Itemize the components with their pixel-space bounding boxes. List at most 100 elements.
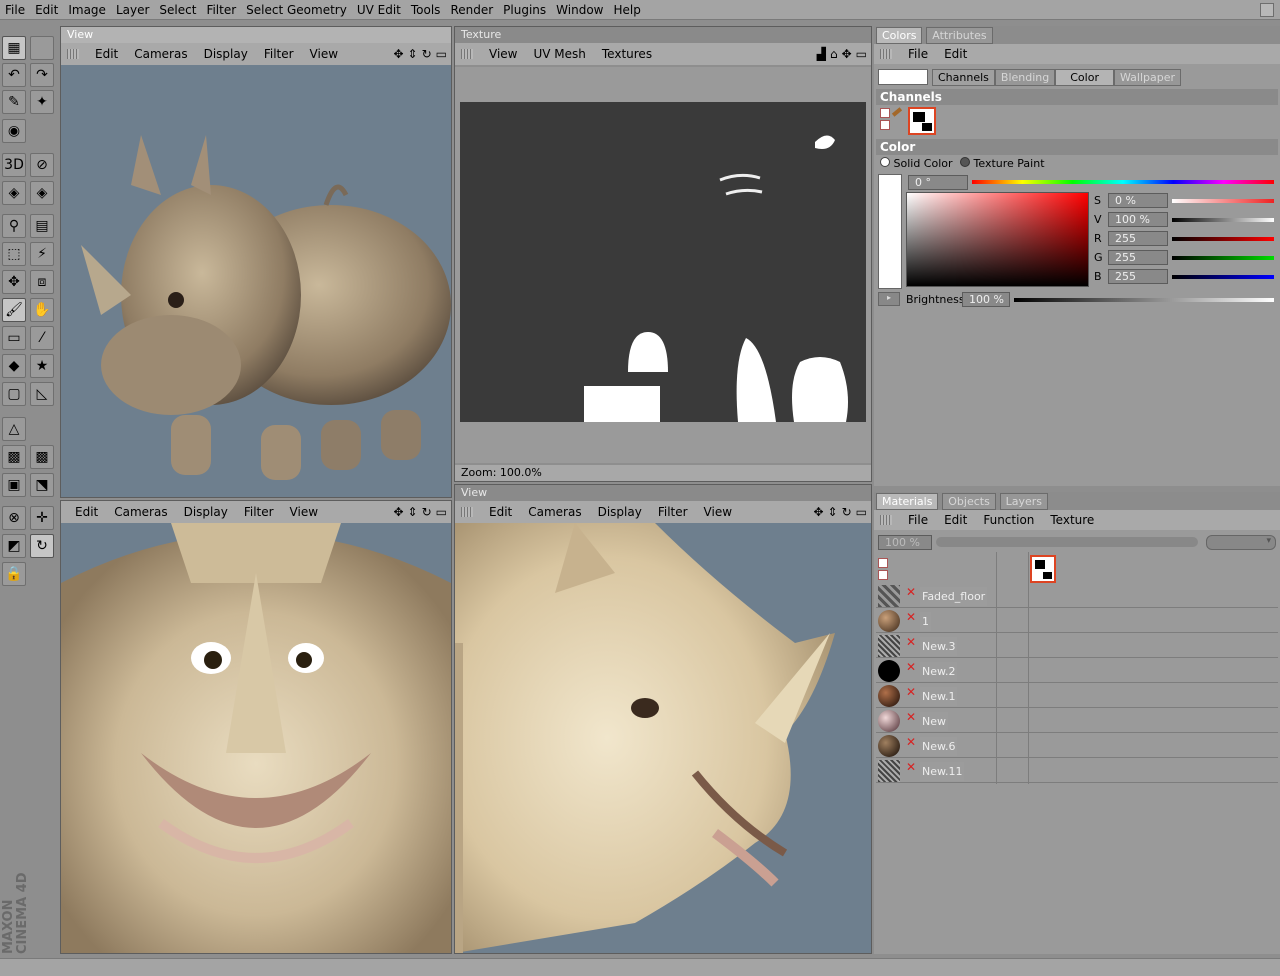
- viewport-render[interactable]: [61, 65, 451, 497]
- layout-icon[interactable]: ▦: [2, 36, 26, 60]
- menu-cameras[interactable]: Cameras: [126, 47, 195, 61]
- projection-icon[interactable]: ⊘: [30, 153, 54, 177]
- menu-file[interactable]: File: [900, 513, 936, 527]
- window-restore-icon[interactable]: [1260, 3, 1274, 17]
- menu-view[interactable]: View: [696, 505, 740, 519]
- shade-icon[interactable]: ◈: [2, 181, 26, 205]
- menu-display[interactable]: Display: [176, 505, 236, 519]
- menu-uv-edit[interactable]: UV Edit: [352, 0, 406, 20]
- fill-bucket-icon[interactable]: ◆: [2, 354, 26, 378]
- g-field[interactable]: 255: [1108, 250, 1168, 265]
- grip-icon[interactable]: [67, 49, 79, 59]
- material-row[interactable]: ✕ New.2: [876, 658, 1278, 683]
- menu-uv-mesh[interactable]: UV Mesh: [525, 47, 593, 61]
- material-row[interactable]: ✕ New: [876, 708, 1278, 733]
- menu-plugins[interactable]: Plugins: [498, 0, 551, 20]
- scale-icon[interactable]: ◩: [2, 534, 26, 558]
- menu-cameras[interactable]: Cameras: [106, 505, 175, 519]
- lock-icon[interactable]: ⌂: [830, 47, 838, 61]
- menu-filter[interactable]: Filter: [256, 47, 302, 61]
- menu-select-geometry[interactable]: Select Geometry: [241, 0, 352, 20]
- menu-window[interactable]: Window: [551, 0, 608, 20]
- menu-edit[interactable]: Edit: [936, 513, 975, 527]
- tab-materials[interactable]: Materials: [876, 493, 939, 510]
- menu-textures[interactable]: Textures: [594, 47, 660, 61]
- close-icon[interactable]: ✕: [906, 735, 916, 749]
- material-name[interactable]: New.1: [920, 687, 958, 706]
- transform-icon[interactable]: ⧈: [30, 270, 54, 294]
- grip-icon[interactable]: [461, 507, 473, 517]
- checker2-icon[interactable]: ▩: [30, 445, 54, 469]
- magic-wand-icon[interactable]: ✦: [30, 90, 54, 114]
- material-row[interactable]: ✕ New.11: [876, 758, 1278, 783]
- close-icon[interactable]: ✕: [906, 685, 916, 699]
- polygon-mode-icon[interactable]: △: [2, 417, 26, 441]
- line-icon[interactable]: ◺: [30, 382, 54, 406]
- brightness-slider[interactable]: [1014, 298, 1274, 302]
- viewport-render[interactable]: [455, 523, 871, 953]
- maximize-icon[interactable]: ▭: [856, 47, 867, 61]
- tab-wallpaper[interactable]: Wallpaper: [1113, 69, 1182, 86]
- material-name[interactable]: 1: [920, 612, 931, 631]
- texture-image[interactable]: [460, 102, 866, 422]
- v-field[interactable]: 100 %: [1108, 212, 1168, 227]
- r-field[interactable]: 255: [1108, 231, 1168, 246]
- material-row[interactable]: ✕ 1: [876, 608, 1278, 633]
- menu-edit[interactable]: Edit: [936, 47, 975, 61]
- r-slider[interactable]: [1172, 237, 1274, 241]
- s-field[interactable]: 0 %: [1108, 193, 1168, 208]
- marquee-icon[interactable]: ⬚: [2, 242, 26, 266]
- menu-select[interactable]: Select: [154, 0, 201, 20]
- eraser-icon[interactable]: ▭: [2, 326, 26, 350]
- menu-edit[interactable]: Edit: [481, 505, 520, 519]
- hue-slider[interactable]: [972, 180, 1274, 184]
- pan-icon[interactable]: ✥: [813, 505, 823, 519]
- redo-icon[interactable]: ↷: [30, 63, 54, 87]
- material-row[interactable]: ✕ New.6: [876, 733, 1278, 758]
- grip-icon[interactable]: [880, 515, 892, 525]
- tab-objects[interactable]: Objects: [942, 493, 996, 510]
- material-row[interactable]: ✕ New.1: [876, 683, 1278, 708]
- orbit-icon[interactable]: ↻: [422, 505, 432, 519]
- tab-blending[interactable]: Blending: [994, 69, 1056, 86]
- menu-view[interactable]: View: [282, 505, 326, 519]
- tab-color[interactable]: Color: [1055, 69, 1114, 86]
- material-name[interactable]: Faded_floor: [920, 587, 988, 606]
- channel-tools-icon[interactable]: [880, 107, 904, 132]
- material-name[interactable]: New: [920, 712, 948, 731]
- menu-texture[interactable]: Texture: [1042, 513, 1102, 527]
- saturation-value-picker[interactable]: [906, 192, 1089, 287]
- menu-filter[interactable]: Filter: [650, 505, 696, 519]
- channel-tools-icon[interactable]: [878, 558, 902, 582]
- menu-view[interactable]: View: [481, 47, 525, 61]
- close-icon[interactable]: ✕: [906, 710, 916, 724]
- material-row[interactable]: ✕ Faded_floor: [876, 583, 1278, 608]
- lock-icon[interactable]: 🔒: [2, 562, 26, 586]
- menu-edit[interactable]: Edit: [67, 505, 106, 519]
- menu-display[interactable]: Display: [590, 505, 650, 519]
- materials-zoom-slider[interactable]: [936, 537, 1198, 547]
- materials-zoom-field[interactable]: 100 %: [878, 535, 932, 550]
- current-color-swatch[interactable]: [878, 69, 928, 85]
- v-slider[interactable]: [1172, 218, 1274, 222]
- dolly-icon[interactable]: ⇕: [828, 505, 838, 519]
- maximize-icon[interactable]: ▭: [436, 505, 447, 519]
- menu-tools[interactable]: Tools: [406, 0, 446, 20]
- dolly-icon[interactable]: ⇕: [408, 47, 418, 61]
- menu-file[interactable]: File: [0, 0, 30, 20]
- blank-tool-icon[interactable]: [30, 36, 54, 60]
- tab-colors[interactable]: Colors: [876, 27, 923, 44]
- menu-file[interactable]: File: [900, 47, 936, 61]
- viewport-render[interactable]: [61, 523, 451, 953]
- orbit-icon[interactable]: ↻: [842, 505, 852, 519]
- pan-icon[interactable]: ✥: [842, 47, 852, 61]
- color-channel-icon[interactable]: [908, 107, 936, 135]
- compass-icon[interactable]: ⊗: [2, 506, 26, 530]
- material-name[interactable]: New.11: [920, 762, 965, 781]
- eyedropper-icon[interactable]: ⁄: [30, 326, 54, 350]
- dolly-icon[interactable]: ⇕: [408, 505, 418, 519]
- pan-icon[interactable]: ✥: [393, 505, 403, 519]
- close-icon[interactable]: ✕: [906, 635, 916, 649]
- pin-icon[interactable]: ✎: [2, 90, 26, 114]
- material-row[interactable]: ✕ New.3: [876, 633, 1278, 658]
